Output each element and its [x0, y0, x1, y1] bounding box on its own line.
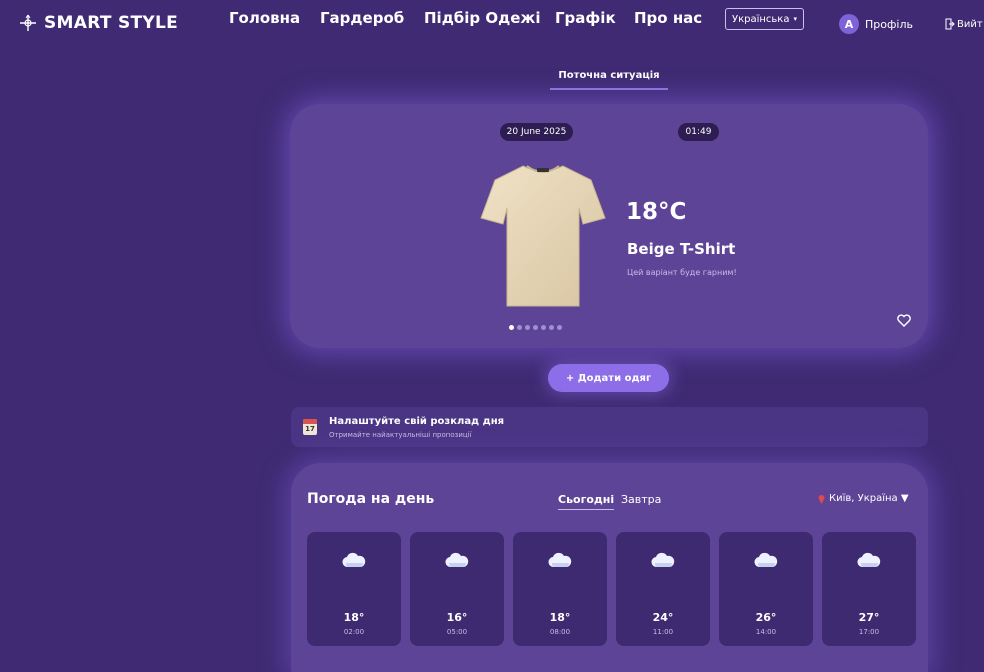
- forecast-time: 14:00: [755, 628, 777, 636]
- nav-link-home[interactable]: Головна: [229, 9, 300, 27]
- forecast-temp: 24°: [652, 611, 674, 624]
- nav-link-about[interactable]: Про нас: [634, 9, 702, 27]
- language-select[interactable]: Українська ▾: [725, 8, 804, 30]
- carousel-dot[interactable]: [557, 325, 562, 330]
- profile-button[interactable]: A Профіль: [839, 14, 913, 34]
- forecast-time: 08:00: [549, 628, 571, 636]
- carousel-dot[interactable]: [525, 325, 530, 330]
- outfit-card: [290, 104, 928, 348]
- cloud-icon: [445, 552, 469, 568]
- date-badge: 20 June 2025: [500, 123, 573, 141]
- forecast-time: 02:00: [343, 628, 365, 636]
- temperature-value: 18°C: [626, 199, 687, 225]
- forecast-card[interactable]: 18° 08:00: [513, 532, 607, 646]
- forecast-card[interactable]: 18° 02:00: [307, 532, 401, 646]
- calendar-icon: 17: [303, 419, 317, 435]
- tshirt-image: [480, 165, 606, 307]
- carousel-dot[interactable]: [533, 325, 538, 330]
- schedule-title: Налаштуйте свій розклад дня: [329, 416, 505, 427]
- forecast-card[interactable]: 26° 14:00: [719, 532, 813, 646]
- avatar: A: [839, 14, 859, 34]
- cloud-icon: [754, 552, 778, 568]
- nav-link-outfit-picker[interactable]: Підбір Одежі: [424, 9, 541, 27]
- item-subtitle: Цей варіант буде гарним!: [627, 268, 737, 277]
- tab-tomorrow[interactable]: Завтра: [621, 493, 661, 506]
- carousel-dots[interactable]: [509, 325, 562, 330]
- forecast-time: 05:00: [446, 628, 468, 636]
- location-select[interactable]: Київ, Україна ▼: [818, 493, 909, 504]
- logout-label: Вийт: [957, 18, 983, 30]
- forecast-card[interactable]: 24° 11:00: [616, 532, 710, 646]
- forecast-temp: 18°: [549, 611, 571, 624]
- location-label: Київ, Україна ▼: [829, 493, 909, 504]
- tab-current-situation[interactable]: Поточна ситуація: [550, 70, 668, 90]
- forecast-temp: 27°: [858, 611, 880, 624]
- logo[interactable]: SMART STYLE: [18, 13, 178, 33]
- logout-button[interactable]: Вийт: [945, 18, 983, 30]
- carousel-dot[interactable]: [549, 325, 554, 330]
- profile-label: Профіль: [865, 17, 913, 31]
- carousel-dot[interactable]: [517, 325, 522, 330]
- cloud-icon: [857, 552, 881, 568]
- logo-icon: [20, 14, 36, 31]
- nav-link-schedule[interactable]: Графік: [555, 9, 616, 27]
- heart-icon[interactable]: [896, 314, 912, 330]
- cloud-icon: [548, 552, 572, 568]
- chevron-down-icon: ▾: [793, 15, 797, 23]
- forecast-time: 17:00: [858, 628, 880, 636]
- top-navigation: SMART STYLE Головна Гардероб Підбір Одеж…: [0, 0, 984, 50]
- forecast-temp: 18°: [343, 611, 365, 624]
- weather-title: Погода на день: [307, 491, 435, 507]
- forecast-list: 18° 02:00 16° 05:00 18° 08:00 24° 11:00 26° 14:00…: [307, 532, 916, 646]
- time-badge: 01:49: [678, 123, 719, 141]
- carousel-dot[interactable]: [509, 325, 514, 330]
- forecast-temp: 26°: [755, 611, 777, 624]
- carousel-dot[interactable]: [541, 325, 546, 330]
- item-name: Beige T-Shirt: [627, 240, 736, 258]
- forecast-card[interactable]: 16° 05:00: [410, 532, 504, 646]
- cloud-icon: [651, 552, 675, 568]
- language-label: Українська: [731, 13, 790, 25]
- location-pin-icon: [818, 494, 825, 504]
- nav-link-wardrobe[interactable]: Гардероб: [320, 9, 404, 27]
- add-clothing-button[interactable]: + Додати одяг: [548, 364, 669, 392]
- forecast-temp: 16°: [446, 611, 468, 624]
- schedule-subtitle: Отримайте найактуальніші пропозиції: [329, 431, 472, 439]
- forecast-card[interactable]: 27° 17:00: [822, 532, 916, 646]
- forecast-time: 11:00: [652, 628, 674, 636]
- tab-today[interactable]: Сьогодні: [558, 493, 615, 510]
- schedule-banner[interactable]: [291, 407, 928, 447]
- logo-text: SMART STYLE: [44, 13, 179, 33]
- logout-icon: [945, 18, 955, 30]
- cloud-icon: [342, 552, 366, 568]
